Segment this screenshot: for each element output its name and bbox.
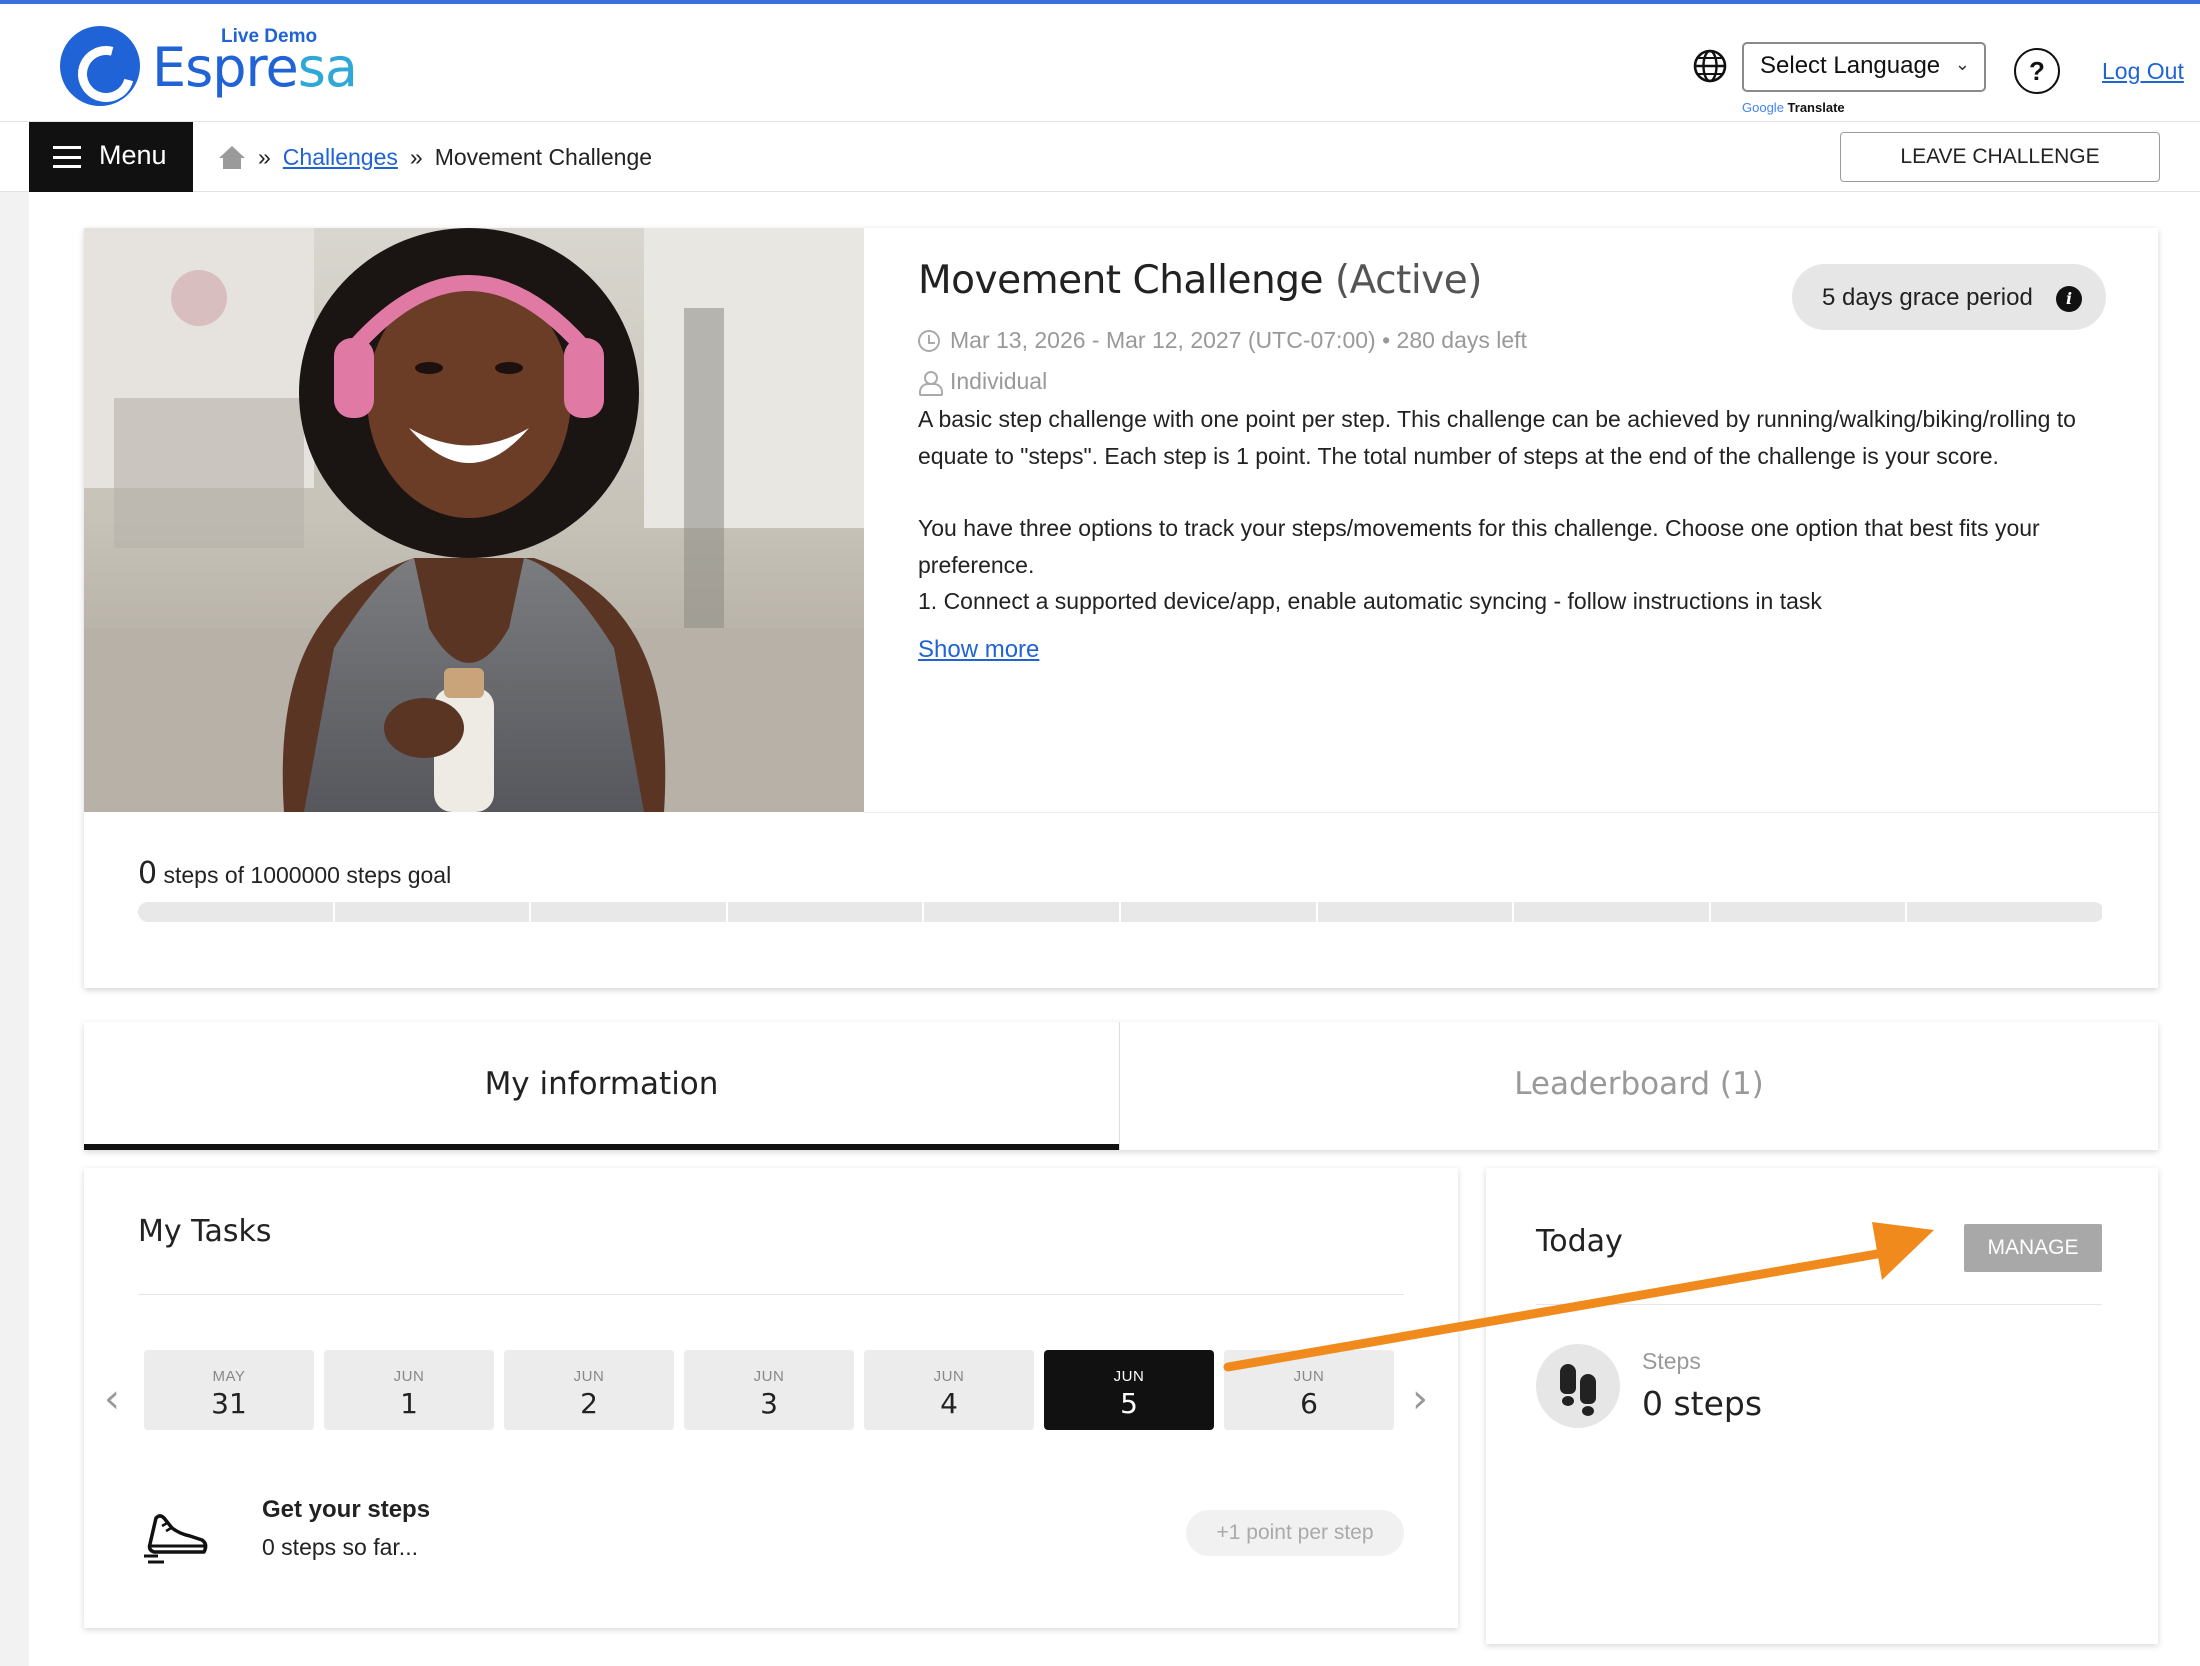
menu-button[interactable]: Menu [29,122,193,192]
next-day-arrow[interactable]: › [1412,1376,1428,1422]
task-title[interactable]: Get your steps [262,1496,430,1524]
day-month: JUN [1293,1368,1325,1385]
home-icon[interactable] [218,145,246,170]
logout-link[interactable]: Log Out [2102,58,2184,85]
leave-challenge-button[interactable]: LEAVE CHALLENGE [1840,132,2160,182]
left-gutter [0,192,29,1666]
day-month: JUN [1113,1368,1145,1385]
day-button[interactable]: JUN 6 [1224,1350,1394,1430]
day-number: 6 [1300,1387,1318,1420]
day-number: 3 [760,1387,778,1420]
day-month: JUN [753,1368,785,1385]
day-number: 5 [1120,1387,1138,1420]
prev-day-arrow[interactable]: ‹ [104,1376,120,1422]
breadcrumb: » Challenges » Movement Challenge [218,144,652,171]
tab-bar: My information Leaderboard (1) [84,1022,2158,1150]
day-month: JUN [573,1368,605,1385]
manage-button[interactable]: MANAGE [1964,1224,2102,1272]
help-button[interactable]: ? [2014,48,2060,94]
breadcrumb-challenges-link[interactable]: Challenges [283,144,398,171]
google-translate-label: Google Translate [1742,100,1845,115]
tab-my-information[interactable]: My information [84,1022,1119,1150]
divider [1536,1304,2102,1305]
divider [864,812,2158,813]
challenge-status: (Active) [1334,258,1483,303]
globe-icon [1693,49,1727,83]
challenge-dates: Mar 13, 2026 - Mar 12, 2027 (UTC-07:00) … [918,327,2118,354]
info-icon[interactable]: i [2056,286,2082,312]
hamburger-icon [53,146,81,168]
chevron-down-icon: ⌄ [1954,54,1970,74]
day-number: 2 [580,1387,598,1420]
day-button[interactable]: JUN 2 [504,1350,674,1430]
day-button[interactable]: JUN 3 [684,1350,854,1430]
challenge-type: Individual [918,368,2118,396]
day-number: 4 [940,1387,958,1420]
espresa-logo[interactable]: Live Demo Espresa [58,22,398,112]
day-month: JUN [393,1368,425,1385]
clock-icon [918,329,940,352]
day-button[interactable]: JUN 4 [864,1350,1034,1430]
today-title: Today [1536,1224,1623,1259]
day-month: JUN [933,1368,965,1385]
divider [138,1294,1404,1295]
challenge-hero-image [84,228,864,812]
my-tasks-title: My Tasks [138,1214,272,1249]
day-number: 31 [211,1387,247,1420]
my-tasks-card: My Tasks ‹ MAY 31 JUN 1 JUN 2 JUN 3 JUN 4 JUN 5 JUN 6… [84,1168,1458,1628]
site-header: Live Demo Espresa Select Language ⌄ Goog… [0,4,2200,122]
sneaker-icon [144,1514,208,1564]
day-number: 1 [400,1387,418,1420]
progress-label: 0 steps of 1000000 steps goal [138,856,452,891]
day-button[interactable]: JUN 5 [1044,1350,1214,1430]
today-card: Today MANAGE Steps 0 steps [1486,1168,2158,1644]
challenge-description: A basic step challenge with one point pe… [918,406,2076,614]
breadcrumb-bar: Menu » Challenges » Movement Challenge L… [0,122,2200,192]
grace-period-pill: 5 days grace period i [1792,264,2106,330]
task-subtitle: 0 steps so far... [262,1534,418,1560]
steps-value: 0 steps [1642,1384,1763,1423]
show-more-link[interactable]: Show more [918,636,1039,664]
day-button[interactable]: MAY 31 [144,1350,314,1430]
footprints-icon [1536,1344,1620,1428]
language-select[interactable]: Select Language ⌄ [1742,42,1986,92]
challenge-card: Movement Challenge (Active) Mar 13, 2026… [84,228,2158,988]
breadcrumb-current: Movement Challenge [434,144,653,170]
tab-leaderboard[interactable]: Leaderboard (1) [1119,1022,2158,1150]
day-picker: MAY 31 JUN 1 JUN 2 JUN 3 JUN 4 JUN 5 JUN 6 [144,1350,1394,1430]
day-month: MAY [212,1368,246,1385]
day-button[interactable]: JUN 1 [324,1350,494,1430]
breadcrumb-separator: » [409,144,423,170]
progress-bar [138,902,2104,922]
task-points-badge: +1 point per step [1186,1510,1404,1556]
espresa-logo-icon [60,26,140,106]
breadcrumb-separator: » [258,144,271,170]
logo-wordmark: Espresa [152,36,358,99]
person-icon [918,370,943,396]
steps-label: Steps [1642,1348,1701,1374]
